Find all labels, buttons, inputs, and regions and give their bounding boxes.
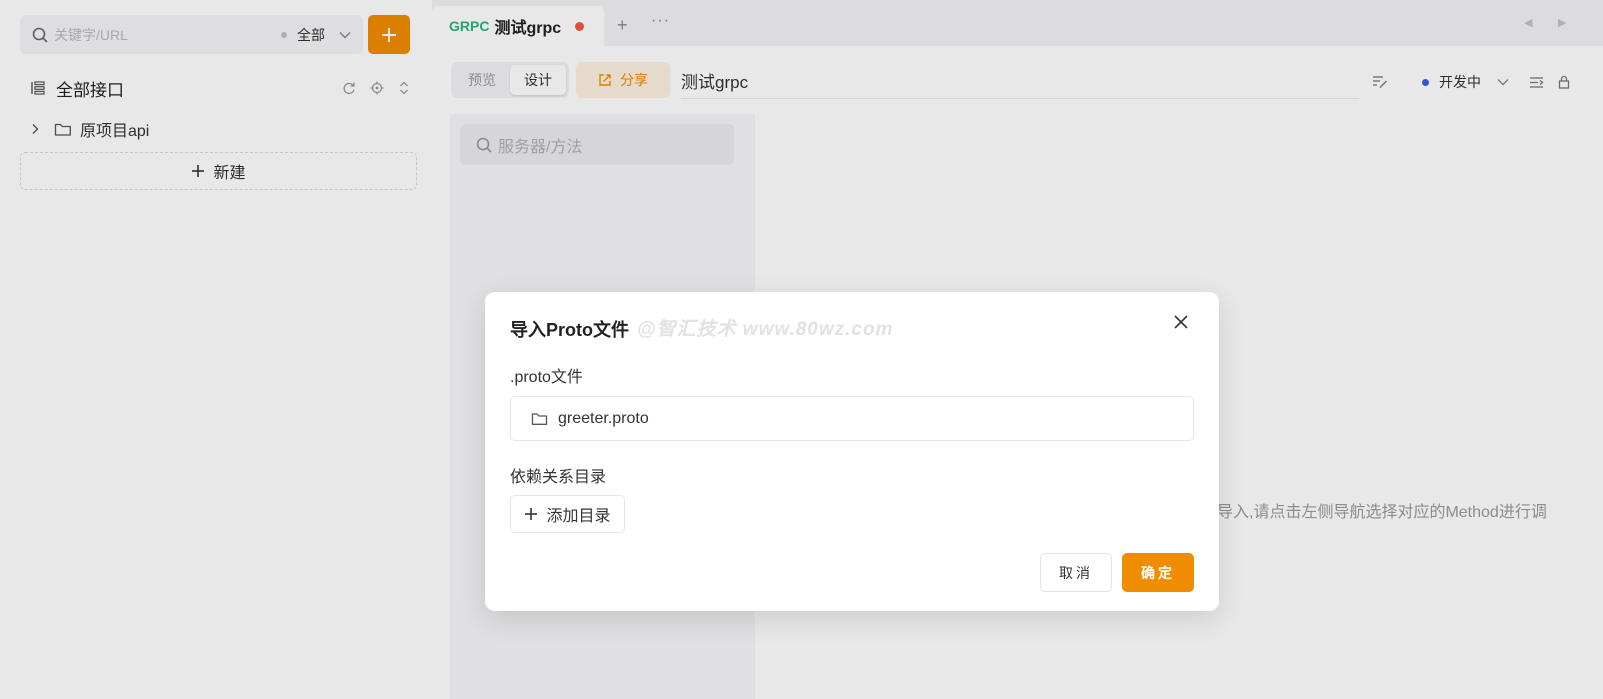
proto-file-field[interactable]: greeter.proto	[510, 396, 1194, 441]
proto-file-label: .proto文件	[510, 369, 583, 386]
import-proto-dialog: 导入Proto文件 @智汇技术 www.80wz.com .proto文件 gr…	[485, 292, 1219, 611]
proto-file-name: greeter.proto	[558, 409, 649, 427]
add-directory-button[interactable]: 添加目录	[510, 495, 625, 533]
plus-icon	[525, 508, 538, 520]
cancel-button[interactable]: 取消	[1040, 553, 1112, 592]
dialog-title: 导入Proto文件	[510, 320, 629, 340]
confirm-button[interactable]: 确定	[1122, 553, 1194, 592]
add-directory-label: 添加目录	[546, 508, 611, 525]
close-icon[interactable]	[1173, 314, 1189, 330]
watermark-text: @智汇技术 www.80wz.com	[637, 319, 894, 340]
deps-dir-label: 依赖关系目录	[510, 469, 607, 486]
folder-icon	[531, 412, 548, 425]
